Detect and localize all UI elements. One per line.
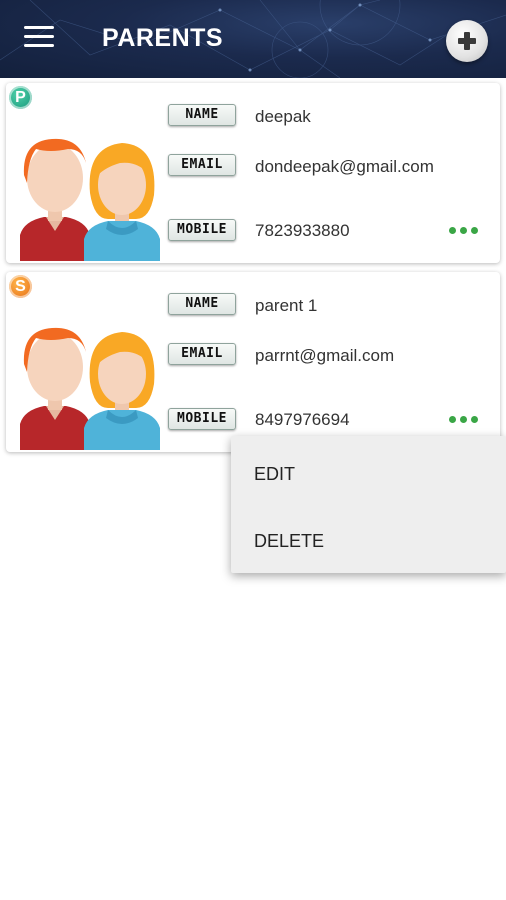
parent-mobile: 7823933880 [255, 221, 350, 240]
parent-card[interactable]: P NAME deepak EMAIL dondeepak@gmail.com … [6, 83, 500, 263]
more-options-icon[interactable] [449, 221, 483, 237]
context-menu: EDIT DELETE [231, 436, 506, 573]
name-label: NAME [168, 293, 236, 315]
status-badge: S [9, 275, 32, 298]
network-background-pattern [0, 0, 506, 78]
parent-name: deepak [255, 107, 311, 126]
email-label: EMAIL [168, 343, 236, 365]
status-badge: P [9, 86, 32, 109]
app-bar: PARENTS [0, 0, 506, 78]
hamburger-menu-icon[interactable] [24, 26, 54, 50]
parents-avatar-icon [20, 327, 160, 450]
parents-avatar-icon [20, 138, 160, 261]
mobile-label: MOBILE [168, 219, 236, 241]
delete-menu-item[interactable]: DELETE [231, 508, 506, 574]
mobile-label: MOBILE [168, 408, 236, 430]
name-label: NAME [168, 104, 236, 126]
parent-card[interactable]: S NAME parent 1 EMAIL parrnt@gmail.com M… [6, 272, 500, 452]
page-title: PARENTS [102, 24, 224, 52]
add-parent-button[interactable] [446, 20, 488, 62]
more-options-icon[interactable] [449, 410, 483, 426]
parent-email: parrnt@gmail.com [255, 346, 395, 365]
email-label: EMAIL [168, 154, 236, 176]
parent-mobile: 8497976694 [255, 410, 350, 429]
edit-menu-item[interactable]: EDIT [231, 441, 506, 507]
parent-name: parent 1 [255, 296, 318, 315]
parent-email: dondeepak@gmail.com [255, 157, 434, 176]
plus-icon [458, 32, 476, 50]
